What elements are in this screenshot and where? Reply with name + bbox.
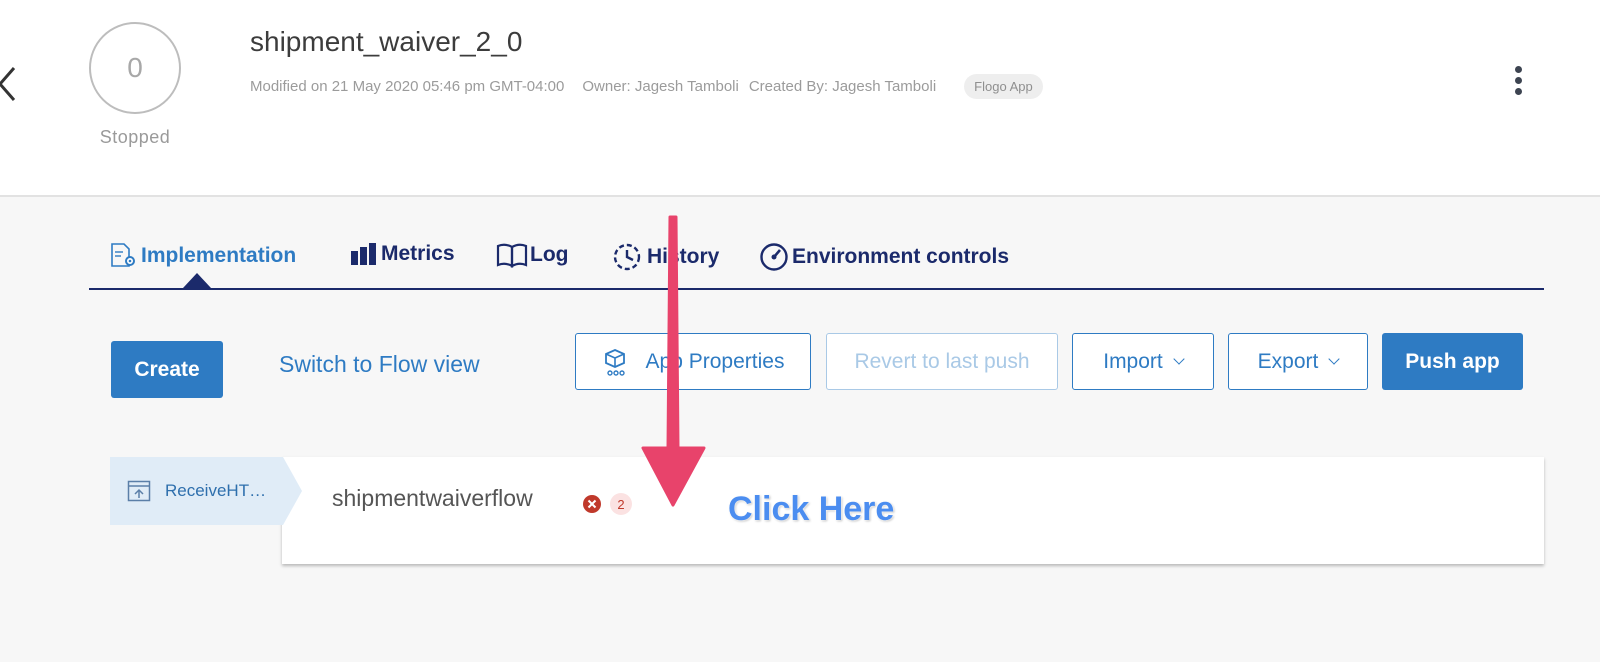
implementation-icon xyxy=(111,243,135,267)
chevron-down-icon xyxy=(1173,352,1185,365)
status-count: 0 xyxy=(127,52,143,83)
gauge-icon xyxy=(760,243,788,271)
back-chevron-icon[interactable] xyxy=(0,64,30,104)
chevron-down-icon xyxy=(1328,352,1341,365)
app-meta: Modified on 21 May 2020 05:46 pm GMT-04:… xyxy=(250,74,1061,99)
click-here-annotation: Click Here xyxy=(728,490,895,528)
flow-card[interactable]: shipmentwaiverflow 2 xyxy=(282,457,1544,564)
tab-label: Metrics xyxy=(381,242,455,265)
error-count-badge: 2 xyxy=(610,493,632,515)
flow-name: shipmentwaiverflow xyxy=(332,485,533,511)
active-tab-indicator xyxy=(183,273,211,288)
tab-history[interactable]: History xyxy=(611,242,719,272)
app-title: shipment_waiver_2_0 xyxy=(250,26,523,57)
tab-label: Log xyxy=(530,243,569,266)
more-options-icon[interactable] xyxy=(1510,66,1526,100)
create-button[interactable]: Create xyxy=(111,341,223,398)
tab-label: Environment controls xyxy=(792,245,1010,268)
import-button[interactable]: Import xyxy=(1072,333,1214,390)
import-label: Import xyxy=(1103,349,1163,373)
tab-bar: Implementation Metrics Log History Envir… xyxy=(89,236,1544,290)
tab-label: History xyxy=(647,245,720,268)
tab-log[interactable]: Log xyxy=(496,242,568,268)
app-header: 0 Stopped shipment_waiver_2_0 Modified o… xyxy=(0,0,1600,197)
export-label: Export xyxy=(1257,349,1319,373)
error-icon xyxy=(583,495,601,513)
app-properties-label: App Properties xyxy=(645,349,785,373)
modified-date: Modified on 21 May 2020 05:46 pm GMT-04:… xyxy=(250,78,565,95)
trigger-arrow xyxy=(283,457,302,525)
push-app-button[interactable]: Push app xyxy=(1382,333,1523,390)
switch-to-flow-view-link[interactable]: Switch to Flow view xyxy=(279,351,480,378)
status-label: Stopped xyxy=(99,127,171,147)
app-properties-icon xyxy=(604,348,625,376)
app-type-badge: Flogo App xyxy=(964,74,1043,99)
revert-to-last-push-button[interactable]: Revert to last push xyxy=(826,333,1058,390)
owner: Owner: Jagesh Tamboli xyxy=(582,78,739,95)
tab-implementation[interactable]: Implementation xyxy=(109,242,296,270)
tab-metrics[interactable]: Metrics xyxy=(349,242,455,266)
app-properties-button[interactable]: App Properties xyxy=(575,333,811,390)
tab-environment-controls[interactable]: Environment controls xyxy=(758,242,1009,272)
bar-chart-icon xyxy=(351,243,376,265)
status-circle: 0 xyxy=(89,22,181,114)
trigger-icon xyxy=(127,480,151,502)
history-icon xyxy=(613,243,641,271)
created-by: Created By: Jagesh Tamboli xyxy=(748,78,937,95)
export-button[interactable]: Export xyxy=(1228,333,1368,390)
trigger-label: ReceiveHT… xyxy=(165,481,267,500)
trigger-receive-http[interactable]: ReceiveHT… xyxy=(110,457,283,525)
book-icon xyxy=(496,243,528,268)
tab-label: Implementation xyxy=(141,244,297,267)
